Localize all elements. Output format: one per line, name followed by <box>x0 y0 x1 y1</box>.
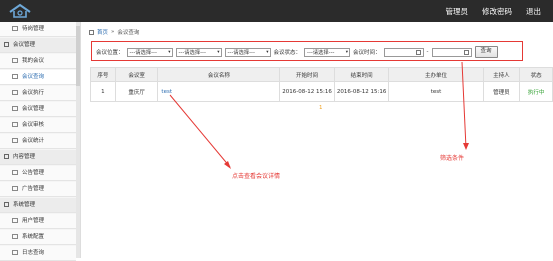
annotation-arrow-right <box>461 61 467 149</box>
annotation-arrow-left <box>169 94 231 168</box>
annotation-arrows <box>169 61 469 169</box>
annotation-filter-conditions: 筛选条件 <box>440 155 465 162</box>
annotation-arrowhead-left <box>224 161 231 169</box>
annotation-arrowhead-right <box>463 143 469 150</box>
annotation-view-details: 点击查看会议详情 <box>232 173 281 180</box>
